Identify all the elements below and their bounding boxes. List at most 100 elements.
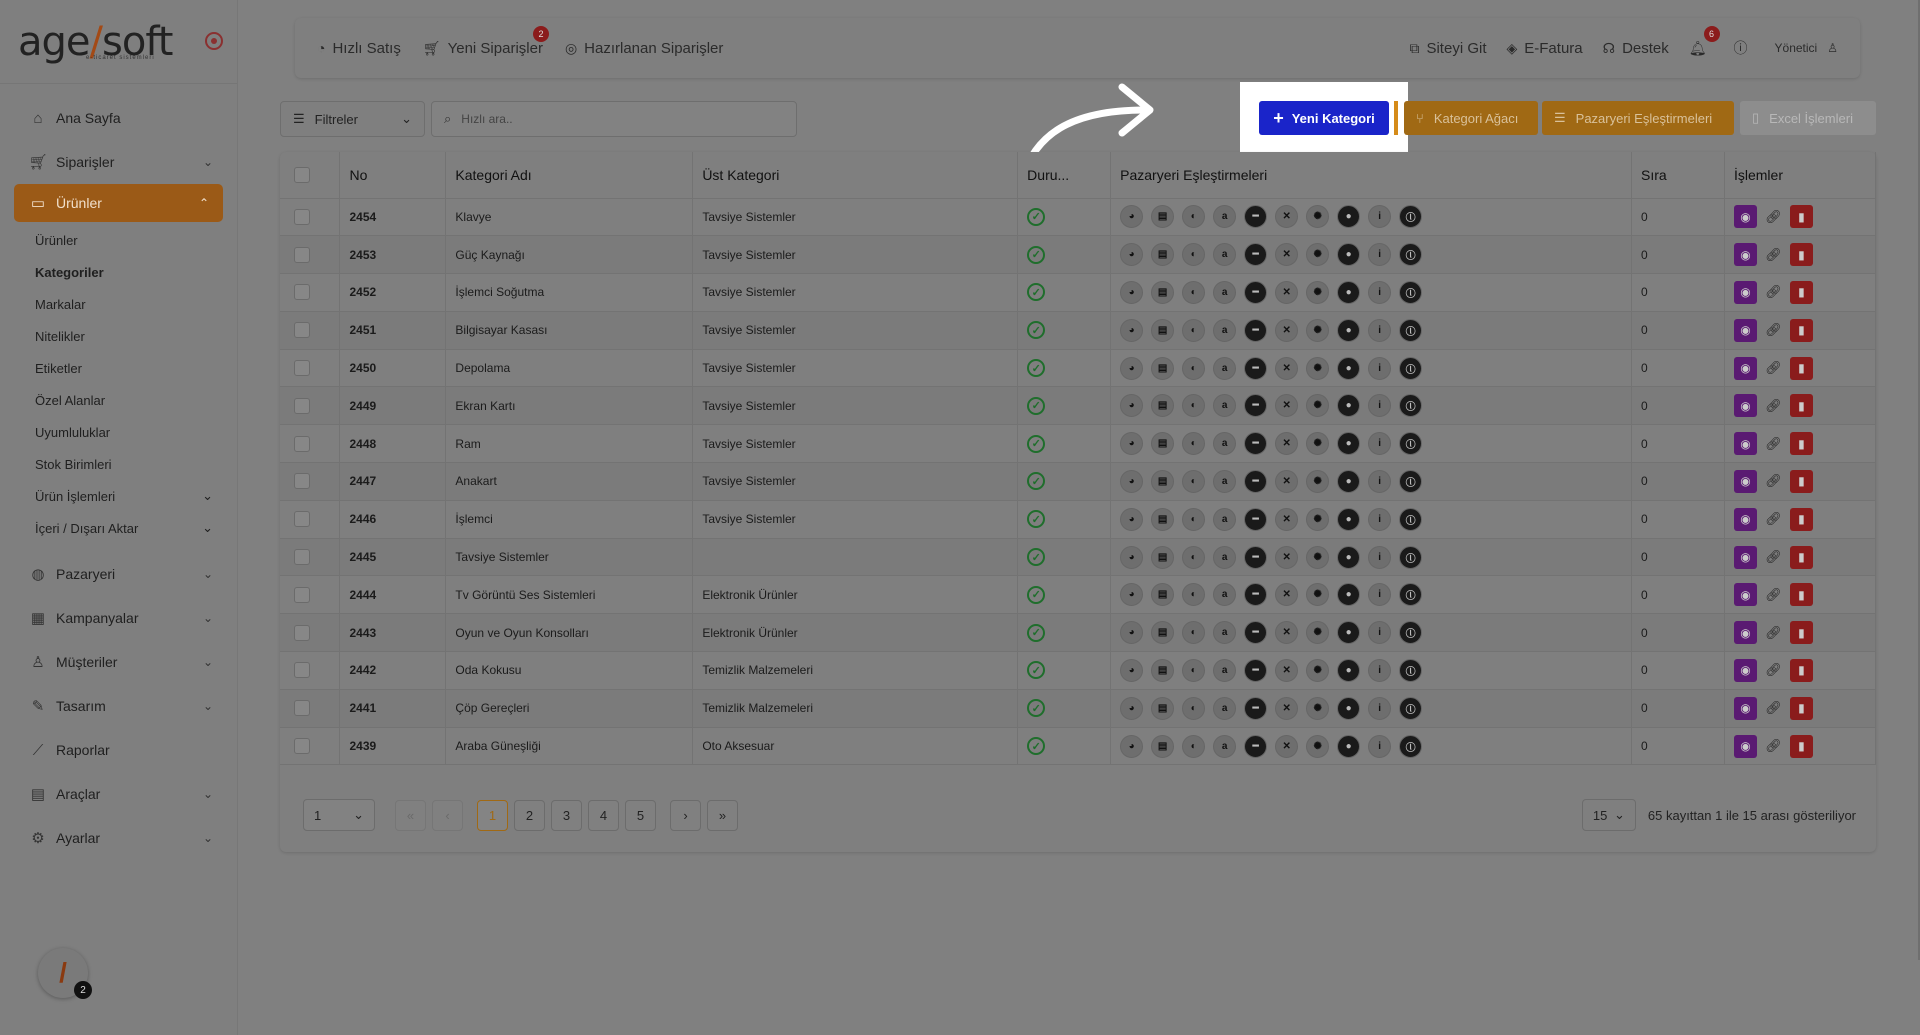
koctas-icon[interactable]: i — [1368, 243, 1392, 267]
koctas-icon[interactable]: i — [1368, 394, 1392, 418]
trash-icon[interactable]: ▮ — [1789, 583, 1813, 607]
lcw-icon[interactable]: ⓛ — [1399, 583, 1423, 607]
eye-icon[interactable]: ◉ — [1733, 658, 1757, 682]
hepsiburada-icon[interactable]: ▤ — [1151, 243, 1175, 267]
trendyol-icon[interactable]: ✕ — [1275, 696, 1299, 720]
row-checkbox[interactable] — [294, 586, 310, 603]
n11-icon[interactable]: ◕ — [1120, 734, 1144, 758]
pttavm-icon[interactable]: ━ — [1244, 205, 1268, 229]
amazon-icon[interactable]: a — [1213, 696, 1237, 720]
trendyol-icon[interactable]: ✕ — [1275, 658, 1299, 682]
n11-icon[interactable]: ◕ — [1120, 507, 1144, 531]
idefix-icon[interactable]: ✺ — [1306, 318, 1330, 342]
sidebar-item-design[interactable]: ✎ Tasarım ⌄ — [0, 684, 237, 728]
pttavm-icon[interactable]: ━ — [1244, 394, 1268, 418]
hepsiburada-icon[interactable]: ▤ — [1151, 205, 1175, 229]
link-icon[interactable]: 🔗︎ — [1762, 508, 1785, 531]
koctas-icon[interactable]: i — [1368, 621, 1392, 645]
row-checkbox[interactable] — [294, 511, 310, 528]
excel-ops-button[interactable]: ▯ Excel İşlemleri — [1740, 101, 1876, 135]
lcw-icon[interactable]: ⓛ — [1399, 734, 1423, 758]
check-circle-icon[interactable]: ✓ — [1027, 585, 1046, 604]
koctas-icon[interactable]: i — [1368, 696, 1392, 720]
amazon-icon[interactable]: a — [1213, 205, 1237, 229]
idefix-icon[interactable]: ✺ — [1306, 621, 1330, 645]
hepsiburada-icon[interactable]: ▤ — [1151, 621, 1175, 645]
koctas-icon[interactable]: i — [1368, 356, 1392, 380]
check-circle-icon[interactable]: ✓ — [1027, 207, 1046, 226]
submenu-item-import-export[interactable]: İçeri / Dışarı Aktar ⌄ — [0, 512, 237, 544]
pazarama-icon[interactable]: ● — [1337, 318, 1361, 342]
support-link[interactable]: ☊ Destek — [1603, 40, 1669, 57]
idefix-icon[interactable]: ✺ — [1306, 658, 1330, 682]
trash-icon[interactable]: ▮ — [1789, 243, 1813, 267]
row-checkbox[interactable] — [294, 700, 310, 717]
sidebar-toggle-icon[interactable] — [205, 32, 223, 50]
pazarama-icon[interactable]: ● — [1337, 432, 1361, 456]
ciceksepeti-icon[interactable]: ◐ — [1182, 318, 1206, 342]
link-icon[interactable]: 🔗︎ — [1762, 583, 1785, 606]
pazarama-icon[interactable]: ● — [1337, 696, 1361, 720]
page-button-2[interactable]: 2 — [514, 799, 545, 831]
marketplace-match-button[interactable]: ☰ Pazaryeri Eşleştirmeleri — [1542, 101, 1734, 135]
eye-icon[interactable]: ◉ — [1733, 318, 1757, 342]
lcw-icon[interactable]: ⓛ — [1399, 432, 1423, 456]
trendyol-icon[interactable]: ✕ — [1275, 545, 1299, 569]
page-button-3[interactable]: 3 — [551, 799, 582, 831]
eye-icon[interactable]: ◉ — [1733, 356, 1757, 380]
pttavm-icon[interactable]: ━ — [1244, 583, 1268, 607]
pttavm-icon[interactable]: ━ — [1244, 658, 1268, 682]
eye-icon[interactable]: ◉ — [1733, 545, 1757, 569]
hepsiburada-icon[interactable]: ▤ — [1151, 432, 1175, 456]
last-page-button[interactable]: » — [707, 799, 738, 831]
submenu-item-compatibilities[interactable]: Uyumluluklar — [0, 416, 237, 448]
hepsiburada-icon[interactable]: ▤ — [1151, 356, 1175, 380]
idefix-icon[interactable]: ✺ — [1306, 734, 1330, 758]
amazon-icon[interactable]: a — [1213, 432, 1237, 456]
sidebar-item-orders[interactable]: 🛒︎ Siparişler ⌄ — [0, 140, 237, 184]
trash-icon[interactable]: ▮ — [1789, 469, 1813, 493]
koctas-icon[interactable]: i — [1368, 469, 1392, 493]
amazon-icon[interactable]: a — [1213, 356, 1237, 380]
new-orders-link[interactable]: 🛒︎ Yeni Siparişler 2 — [423, 25, 549, 57]
ciceksepeti-icon[interactable]: ◐ — [1182, 734, 1206, 758]
check-circle-icon[interactable]: ✓ — [1027, 548, 1046, 567]
link-icon[interactable]: 🔗︎ — [1762, 546, 1785, 569]
trash-icon[interactable]: ▮ — [1789, 696, 1813, 720]
prev-page-button[interactable]: ‹ — [432, 799, 463, 831]
koctas-icon[interactable]: i — [1368, 205, 1392, 229]
idefix-icon[interactable]: ✺ — [1306, 432, 1330, 456]
trash-icon[interactable]: ▮ — [1789, 356, 1813, 380]
trash-icon[interactable]: ▮ — [1789, 205, 1813, 229]
pttavm-icon[interactable]: ━ — [1244, 356, 1268, 380]
idefix-icon[interactable]: ✺ — [1306, 545, 1330, 569]
row-checkbox[interactable] — [294, 624, 310, 641]
amazon-icon[interactable]: a — [1213, 469, 1237, 493]
trash-icon[interactable]: ▮ — [1789, 432, 1813, 456]
trendyol-icon[interactable]: ✕ — [1275, 280, 1299, 304]
amazon-icon[interactable]: a — [1213, 545, 1237, 569]
new-category-button[interactable]: + Yeni Kategori — [1259, 101, 1389, 135]
trash-icon[interactable]: ▮ — [1789, 318, 1813, 342]
ciceksepeti-icon[interactable]: ◐ — [1182, 507, 1206, 531]
first-page-button[interactable]: « — [395, 799, 426, 831]
lcw-icon[interactable]: ⓛ — [1399, 469, 1423, 493]
go-site-link[interactable]: ⧉ Siteyi Git — [1409, 40, 1486, 57]
pazarama-icon[interactable]: ● — [1337, 507, 1361, 531]
pazarama-icon[interactable]: ● — [1337, 621, 1361, 645]
pttavm-icon[interactable]: ━ — [1244, 507, 1268, 531]
quick-sale-link[interactable]: ◔ Hızlı Satış — [317, 40, 401, 57]
link-icon[interactable]: 🔗︎ — [1762, 281, 1785, 304]
amazon-icon[interactable]: a — [1213, 621, 1237, 645]
filters-button[interactable]: ☰ Filtreler ⌄ — [280, 101, 425, 137]
n11-icon[interactable]: ◕ — [1120, 621, 1144, 645]
link-icon[interactable]: 🔗︎ — [1762, 357, 1785, 380]
idefix-icon[interactable]: ✺ — [1306, 205, 1330, 229]
sidebar-item-marketplace[interactable]: ◍ Pazaryeri ⌄ — [0, 552, 237, 596]
n11-icon[interactable]: ◕ — [1120, 205, 1144, 229]
eye-icon[interactable]: ◉ — [1733, 583, 1757, 607]
lcw-icon[interactable]: ⓛ — [1399, 394, 1423, 418]
ciceksepeti-icon[interactable]: ◐ — [1182, 621, 1206, 645]
row-checkbox[interactable] — [294, 435, 310, 452]
header-parent-category[interactable]: Üst Kategori — [692, 152, 1019, 199]
